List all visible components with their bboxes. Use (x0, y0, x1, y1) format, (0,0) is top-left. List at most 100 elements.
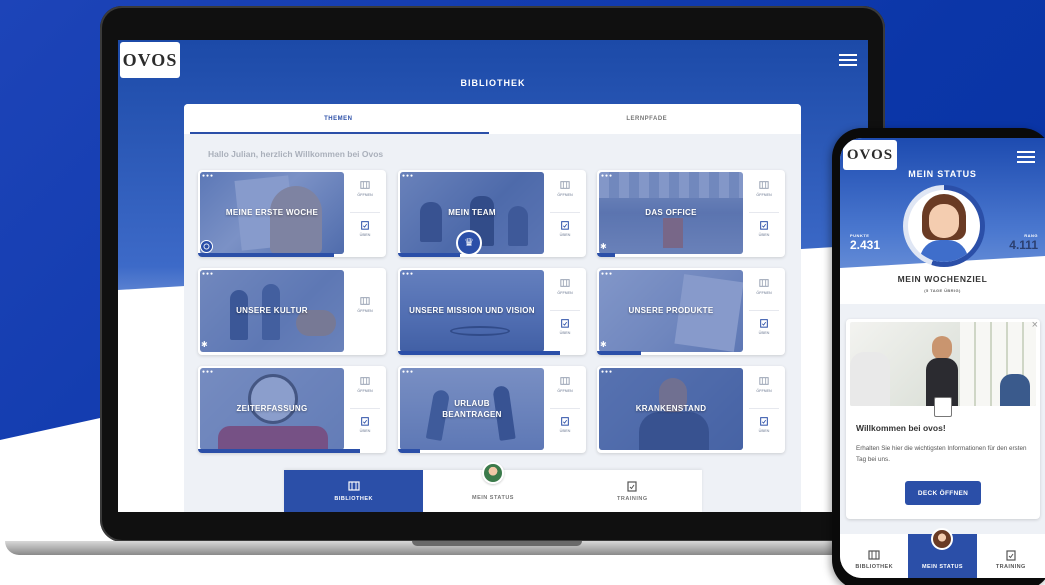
open-button[interactable]: ÖFFNEN (550, 278, 580, 295)
avatar (908, 190, 980, 262)
topic-card[interactable]: ●●● MEINE ERSTE WOCHE ÖFFNEN ÜBEN (198, 170, 386, 257)
library-icon (759, 377, 769, 385)
card-title: UNSERE KULTUR (236, 306, 308, 316)
practice-button[interactable]: ÜBEN (550, 318, 580, 335)
clipboard-icon (760, 221, 768, 230)
progress-bar (597, 351, 641, 355)
open-button[interactable]: ÖFFNEN (749, 180, 779, 197)
clipboard-icon (1006, 549, 1016, 561)
open-button[interactable]: ÖFFNEN (749, 278, 779, 295)
progress-bar (597, 253, 615, 257)
app-logo[interactable]: OVOS (120, 42, 180, 78)
clipboard-icon (361, 221, 369, 230)
library-icon (348, 481, 360, 491)
nav-bibliothek[interactable]: BIBLIOTHEK (840, 534, 908, 578)
library-icon (560, 181, 570, 189)
progress-bar (398, 253, 460, 257)
topic-card[interactable]: ●●● UNSERE PRODUKTE ÖFFNEN ÜBEN ✱ (597, 268, 785, 355)
progress-bar (198, 253, 334, 257)
topic-card[interactable]: ●●● ZEITERFASSUNG ÖFFNEN ÜBEN (198, 366, 386, 453)
tab-themen[interactable]: THEMEN (184, 104, 493, 134)
clipboard-icon (561, 417, 569, 426)
tab-bar: THEMEN LERNPFADE (184, 104, 801, 134)
laptop-notch (412, 541, 582, 546)
bottom-nav: BIBLIOTHEK MEIN STATUS TRAINING (840, 528, 1045, 578)
refresh-icon (200, 240, 213, 253)
avatar (481, 462, 504, 484)
close-icon[interactable]: × (1032, 319, 1038, 331)
clipboard-icon (760, 417, 768, 426)
bottom-nav: BIBLIOTHEK MEIN STATUS TRAINING (284, 462, 702, 512)
sun-icon: ✱ (600, 340, 607, 349)
practice-button[interactable]: ÜBEN (550, 220, 580, 237)
library-icon (560, 279, 570, 287)
topic-card[interactable]: ●●● URLAUB BEANTRAGEN ÖFFNEN ÜBEN (398, 366, 586, 453)
library-icon (360, 181, 370, 189)
library-icon (360, 377, 370, 385)
nav-bibliothek[interactable]: BIBLIOTHEK (284, 470, 424, 512)
practice-button[interactable]: ÜBEN (749, 318, 779, 335)
nav-mein-status[interactable]: MEIN STATUS (423, 462, 562, 512)
card-image (850, 322, 1036, 406)
nav-mein-status[interactable]: MEIN STATUS (908, 528, 977, 578)
laptop-screen: OVOS BIBLIOTHEK THEMEN LERNPFADE Hallo J… (118, 40, 868, 512)
progress-bar (398, 449, 420, 453)
progress-bar (398, 351, 560, 355)
nav-training[interactable]: TRAINING (977, 534, 1045, 578)
app-logo[interactable]: OVOS (843, 140, 897, 170)
library-icon (868, 549, 880, 560)
card-title: UNSERE PRODUKTE (628, 306, 714, 316)
welcome-card: × Willkommen bei ovos! Erhalten Sie hier… (846, 319, 1040, 519)
progress-bar (198, 449, 360, 453)
tab-lernpfade[interactable]: LERNPFADE (493, 104, 802, 134)
practice-button[interactable]: ÜBEN (350, 416, 380, 433)
open-deck-button[interactable]: DECK ÖFFNEN (905, 481, 981, 505)
phone-screen: OVOS MEIN STATUS PUNKTE 2.431 RANG 4.111… (840, 138, 1045, 578)
topic-card[interactable]: ●●● UNSERE KULTUR ÖFFNEN ✱ (198, 268, 386, 355)
practice-button[interactable]: ÜBEN (550, 416, 580, 433)
card-title: DAS OFFICE (645, 208, 697, 218)
points-stat: PUNKTE 2.431 (850, 233, 881, 252)
rank-stat: RANG 4.111 (1009, 233, 1038, 252)
library-icon (759, 181, 769, 189)
sun-icon: ✱ (201, 340, 208, 349)
practice-button[interactable]: ÜBEN (749, 416, 779, 433)
menu-icon[interactable] (839, 54, 857, 66)
document-icon (934, 397, 952, 417)
open-button[interactable]: ÖFFNEN (350, 180, 380, 197)
topic-card[interactable]: ●●● MEIN TEAM ÖFFNEN ÜBEN ♛ (398, 170, 586, 257)
library-panel: THEMEN LERNPFADE Hallo Julian, herzlich … (184, 104, 801, 512)
open-button[interactable]: ÖFFNEN (749, 376, 779, 393)
open-button[interactable]: ÖFFNEN (350, 376, 380, 393)
greeting-text: Hallo Julian, herzlich Willkommen bei Ov… (208, 149, 384, 159)
library-icon (759, 279, 769, 287)
menu-icon[interactable] (1017, 151, 1035, 163)
topic-card[interactable]: ●●● DAS OFFICE ÖFFNEN ÜBEN ✱ (597, 170, 785, 257)
clipboard-icon (760, 319, 768, 328)
card-title: MEINE ERSTE WOCHE (225, 208, 319, 218)
weekly-goal-subtitle: (5 TAGE ÜBRIG) (924, 288, 961, 293)
clipboard-icon (361, 417, 369, 426)
card-title: KRANKENSTAND (635, 404, 707, 414)
avatar (931, 528, 954, 550)
card-title: URLAUB BEANTRAGEN (442, 398, 502, 419)
page-title: MEIN STATUS (908, 169, 977, 179)
card-text: Erhalten Sie hier die wichtigsten Inform… (856, 445, 1027, 464)
open-button[interactable]: ÖFFNEN (550, 180, 580, 197)
topic-card[interactable]: ●●● UNSERE MISSION UND VISION ÖFFNEN ÜBE… (398, 268, 586, 355)
card-title: ZEITERFASSUNG (236, 404, 308, 414)
library-icon (360, 297, 370, 305)
trophy-icon: ♛ (456, 230, 482, 256)
clipboard-icon (561, 319, 569, 328)
clipboard-icon (561, 221, 569, 230)
library-icon (560, 377, 570, 385)
sun-icon: ✱ (600, 242, 607, 251)
practice-button[interactable]: ÜBEN (749, 220, 779, 237)
open-button[interactable]: ÖFFNEN (350, 296, 380, 313)
weekly-goal-title: MEIN WOCHENZIEL (897, 274, 988, 284)
practice-button[interactable]: ÜBEN (350, 220, 380, 237)
open-button[interactable]: ÖFFNEN (550, 376, 580, 393)
nav-training[interactable]: TRAINING (563, 470, 702, 512)
topic-card[interactable]: ●●● KRANKENSTAND ÖFFNEN ÜBEN (597, 366, 785, 453)
card-title: UNSERE MISSION UND VISION (409, 306, 535, 316)
